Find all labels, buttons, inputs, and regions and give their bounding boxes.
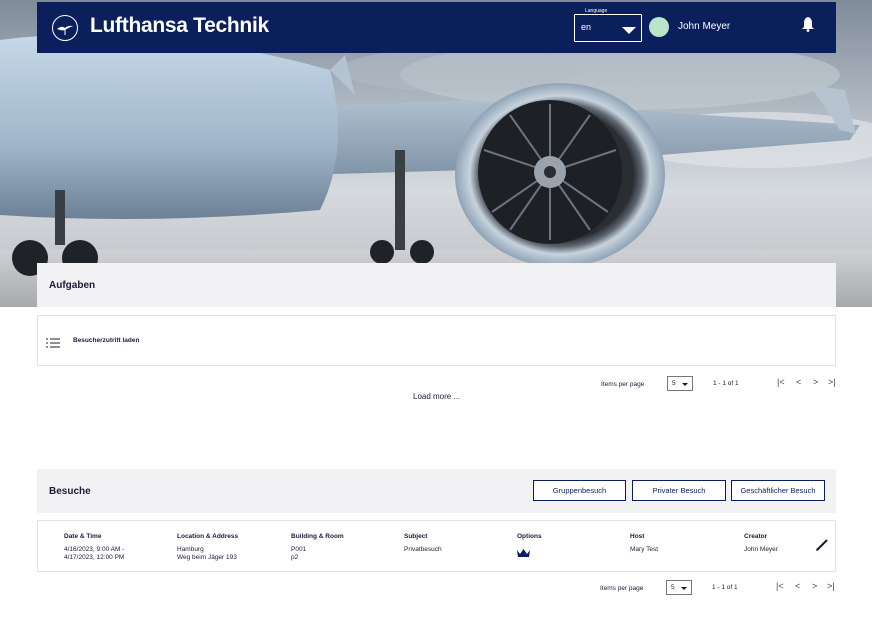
creator-value: John Meyer — [744, 545, 778, 553]
visits-title: Besuche — [49, 486, 91, 497]
column-header-location: Location & Address — [177, 533, 239, 540]
room-value: p2 — [291, 554, 299, 561]
items-per-page-select[interactable]: 5 — [667, 376, 693, 391]
tasks-title: Aufgaben — [49, 280, 96, 291]
edit-pencil-icon[interactable] — [815, 538, 829, 557]
page-range: 1 - 1 of 1 — [712, 584, 738, 591]
building-cell: Building & Room P001 p2 — [291, 533, 344, 563]
chevron-down-icon — [622, 27, 636, 34]
location-city: Hamburg — [177, 545, 204, 553]
column-header-building: Building & Room — [291, 533, 344, 540]
avatar[interactable] — [649, 17, 669, 37]
host-cell: Host Mary Test — [630, 533, 658, 554]
datetime-start: 4/16/2023, 9:00 AM - — [64, 545, 125, 553]
group-visit-button[interactable]: Gruppenbesuch — [533, 480, 626, 501]
chevron-down-icon — [681, 587, 687, 590]
load-more-link[interactable]: Load more ... — [413, 392, 460, 401]
language-select[interactable]: Language en — [574, 8, 642, 42]
subject-cell: Subject Privatbesuch — [404, 533, 442, 554]
chevron-down-icon — [682, 383, 688, 386]
column-header-datetime: Date & Time — [64, 533, 102, 540]
next-page-icon[interactable]: > — [813, 377, 818, 387]
first-page-icon[interactable]: |< — [777, 377, 785, 387]
brand-name[interactable]: Lufthansa Technik — [90, 14, 269, 38]
previous-page-icon[interactable]: < — [795, 581, 800, 591]
task-item[interactable]: Besucherzutritt laden — [37, 315, 836, 366]
task-label: Besucherzutritt laden — [73, 337, 140, 344]
items-per-page-select[interactable]: 5 — [666, 580, 692, 595]
items-per-page-value: 5 — [672, 380, 676, 387]
tasks-section-header: Aufgaben — [37, 263, 836, 307]
last-page-icon[interactable]: >| — [828, 377, 836, 387]
language-value: en — [581, 22, 592, 32]
notification-bell-icon[interactable] — [801, 16, 815, 37]
subject-value: Privatbesuch — [404, 545, 442, 553]
top-header: Lufthansa Technik Language en John Meyer — [37, 2, 836, 53]
last-page-icon[interactable]: >| — [827, 581, 835, 591]
column-header-subject: Subject — [404, 533, 428, 540]
options-cell: Options — [517, 533, 542, 546]
creator-cell: Creator John Meyer — [744, 533, 778, 554]
lufthansa-crane-logo-icon[interactable] — [52, 15, 78, 41]
building-value: P001 — [291, 545, 307, 553]
language-label: Language — [583, 8, 610, 14]
checklist-icon — [46, 335, 60, 353]
business-visit-button[interactable]: Geschäftlicher Besuch — [731, 480, 825, 501]
location-cell: Location & Address Hamburg Weg beim Jäge… — [177, 533, 238, 563]
visit-row[interactable]: Date & Time 4/16/2023, 9:00 AM - 4/17/20… — [37, 520, 836, 572]
page: Lufthansa Technik Language en John Meyer… — [0, 0, 872, 630]
private-visit-button[interactable]: Privater Besuch — [632, 480, 726, 501]
column-header-host: Host — [630, 533, 645, 540]
items-per-page-value: 5 — [671, 584, 675, 591]
host-value: Mary Test — [630, 545, 659, 553]
datetime-end: 4/17/2023, 12:00 PM — [64, 554, 125, 561]
visits-pagination: Items per page 5 1 - 1 of 1 |< < > >| — [600, 580, 840, 596]
tasks-pagination: Items per page 5 1 - 1 of 1 |< < > >| — [601, 376, 841, 392]
items-per-page-label: Items per page — [601, 381, 645, 388]
datetime-cell: Date & Time 4/16/2023, 9:00 AM - 4/17/20… — [64, 533, 124, 563]
previous-page-icon[interactable]: < — [796, 377, 801, 387]
first-page-icon[interactable]: |< — [776, 581, 784, 591]
crown-icon[interactable] — [517, 545, 530, 563]
next-page-icon[interactable]: > — [812, 581, 817, 591]
page-range: 1 - 1 of 1 — [713, 380, 739, 387]
column-header-creator: Creator — [744, 533, 768, 540]
visits-section-header: Besuche Gruppenbesuch Privater Besuch Ge… — [37, 469, 836, 513]
column-header-options: Options — [517, 533, 542, 540]
items-per-page-label: Items per page — [600, 585, 644, 592]
user-name[interactable]: John Meyer — [678, 21, 730, 32]
location-address: Weg beim Jäger 193 — [177, 554, 237, 561]
